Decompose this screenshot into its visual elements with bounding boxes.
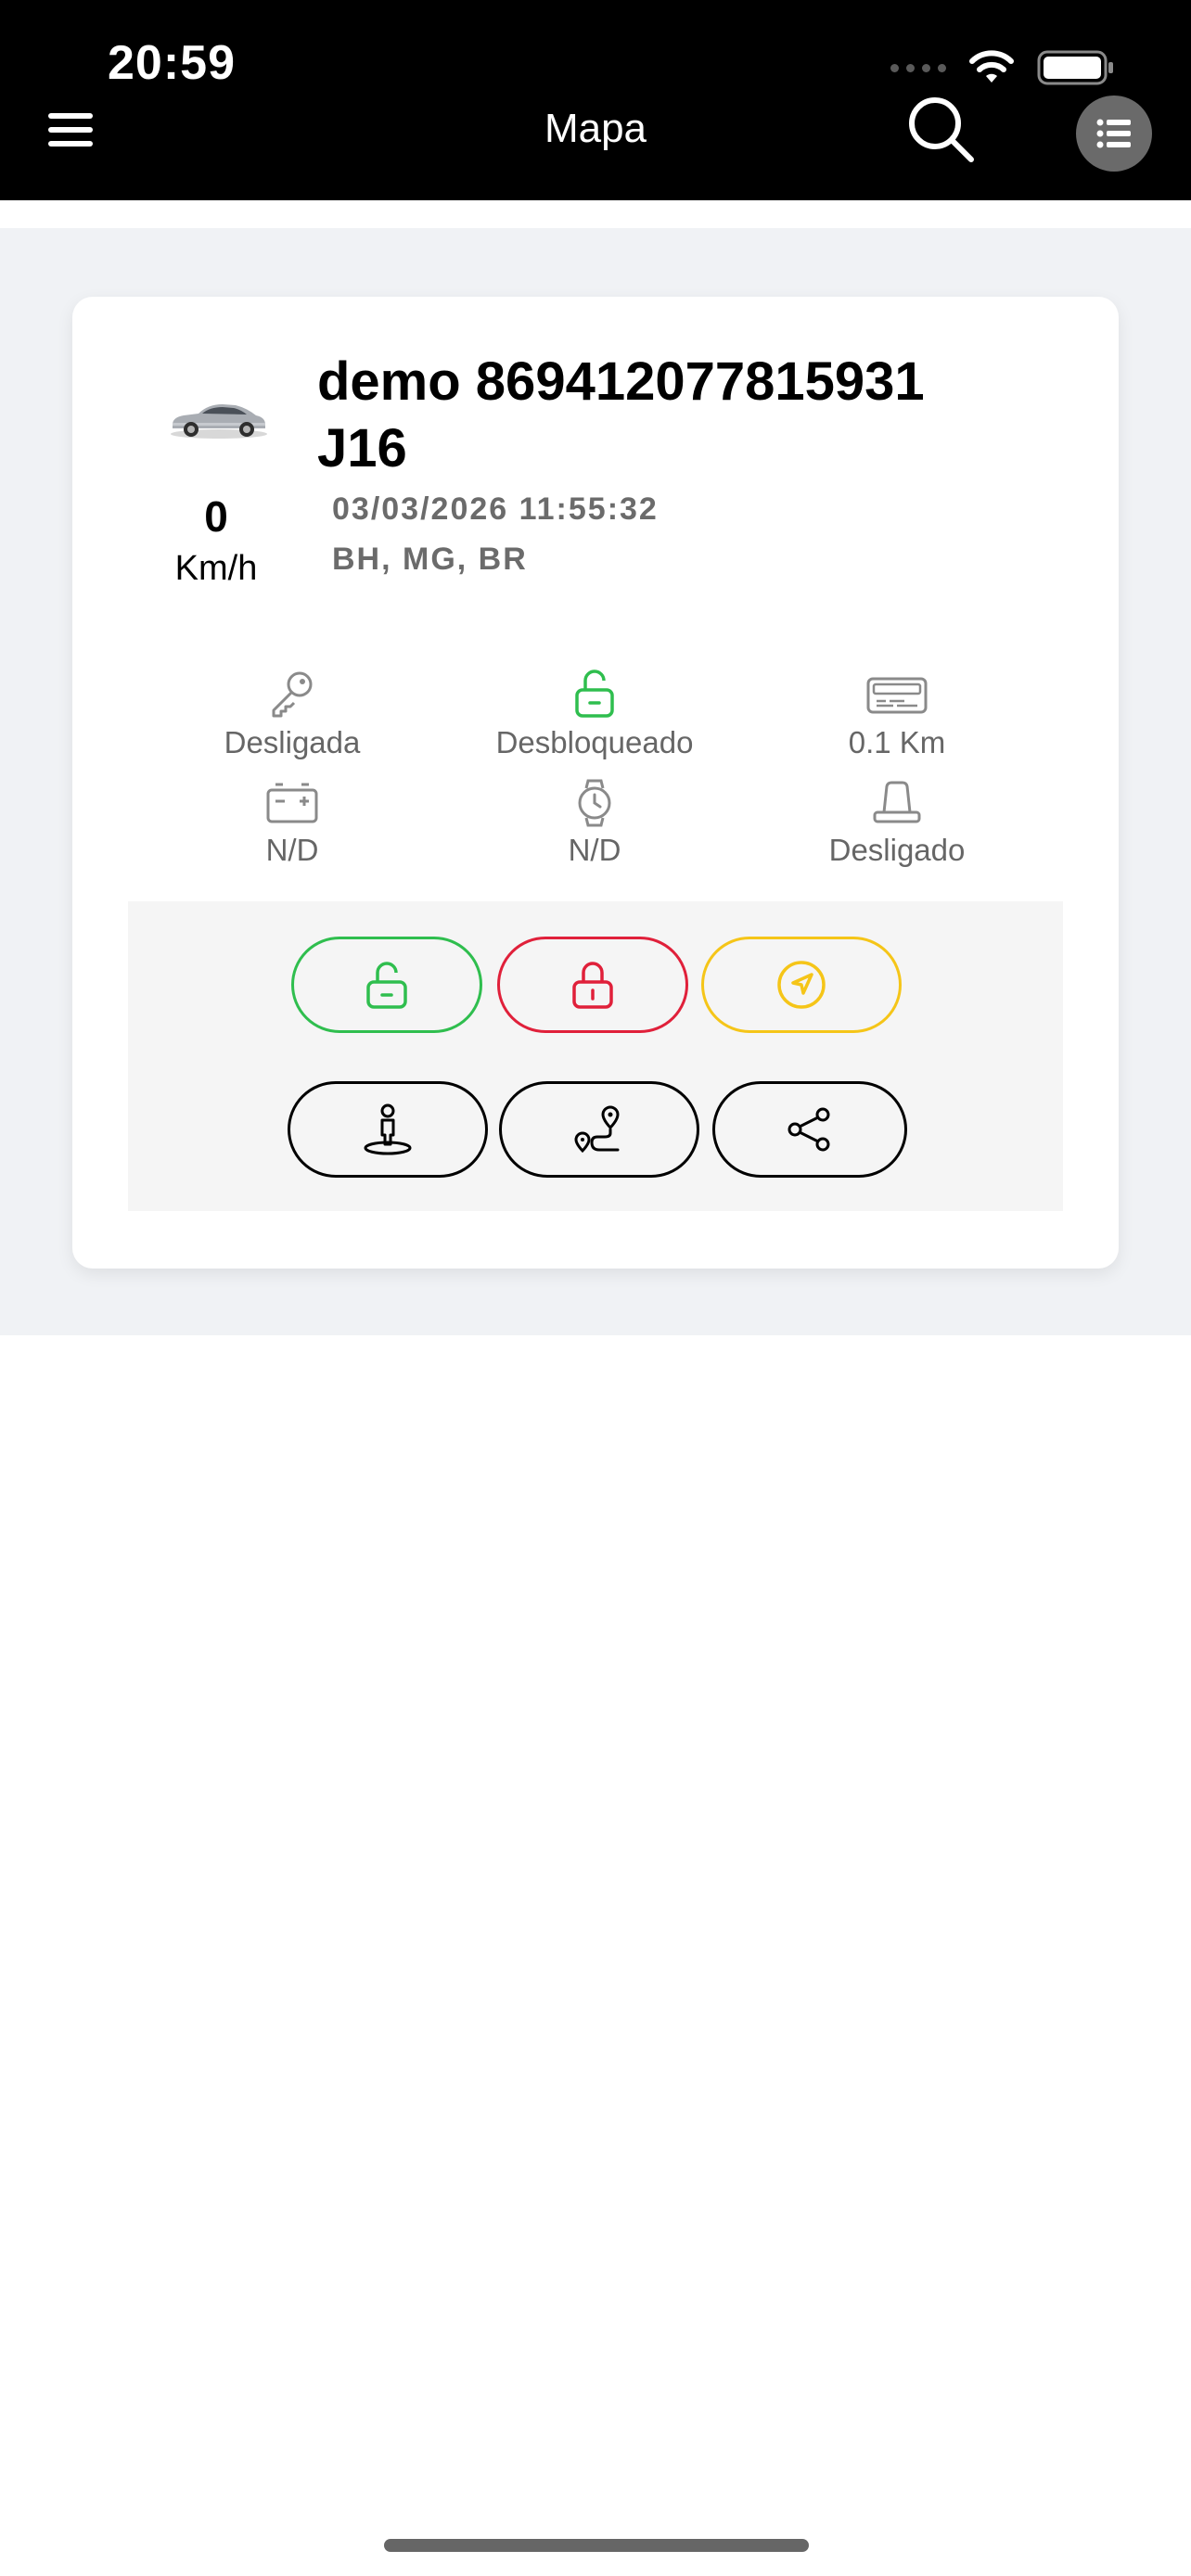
odometer-status: 0.1 Km <box>758 668 1036 760</box>
lock-status: Desbloqueado <box>455 668 734 760</box>
route-button[interactable] <box>499 1081 699 1178</box>
battery-label: N/D <box>265 833 319 867</box>
speed-unit: Km/h <box>174 549 258 588</box>
unlock-icon <box>366 962 407 1009</box>
actions-panel <box>128 901 1063 1211</box>
unlocked-icon <box>575 670 614 718</box>
battery-status-icon <box>1037 50 1113 85</box>
ignition-label: Desligada <box>224 725 361 759</box>
wifi-icon <box>969 50 1014 83</box>
siren-label: Desligado <box>828 833 966 867</box>
battery-status: N/D <box>153 779 431 868</box>
speed-value: 0 <box>204 492 228 541</box>
navigate-button[interactable] <box>701 937 902 1033</box>
key-icon <box>272 671 313 718</box>
watch-label: N/D <box>568 833 621 867</box>
car-icon <box>171 404 267 439</box>
odometer-label: 0.1 Km <box>848 725 946 759</box>
navigation-icon <box>777 961 826 1009</box>
vehicle-name: demo 869412077815931 J16 <box>317 351 925 478</box>
lock-status-label: Desbloqueado <box>495 725 694 759</box>
app-header: 20:59 Mapa <box>0 0 1191 200</box>
watch-status: N/D <box>455 779 734 868</box>
vehicle-datetime: 03/03/2026 11:55:32 <box>332 491 659 527</box>
route-icon <box>574 1105 620 1154</box>
search-icon <box>909 97 974 162</box>
watch-icon <box>578 779 611 827</box>
vehicle-card[interactable]: 0 Km/h demo 869412077815931 J16 03/03/20… <box>72 297 1119 1269</box>
lock-button[interactable] <box>497 937 688 1033</box>
street-view-icon <box>364 1103 412 1155</box>
odometer-icon <box>866 677 928 714</box>
share-button[interactable] <box>712 1081 907 1178</box>
siren-status: Desligado <box>758 779 1036 868</box>
battery-icon <box>266 783 318 823</box>
search-button[interactable] <box>904 93 979 167</box>
list-view-button[interactable] <box>1076 96 1152 172</box>
signal-icon <box>890 63 946 72</box>
vehicle-location: BH, MG, BR <box>332 542 528 577</box>
ignition-status: Desligada <box>153 668 431 760</box>
list-icon <box>1096 119 1131 148</box>
unlock-button[interactable] <box>291 937 482 1033</box>
page-title: Mapa <box>544 106 647 151</box>
siren-icon <box>873 781 921 823</box>
status-indicators <box>890 45 1115 91</box>
street-view-button[interactable] <box>288 1081 488 1178</box>
home-indicator[interactable] <box>384 2539 809 2552</box>
status-time: 20:59 <box>108 36 236 90</box>
lock-icon <box>572 962 613 1009</box>
share-icon <box>788 1107 830 1152</box>
